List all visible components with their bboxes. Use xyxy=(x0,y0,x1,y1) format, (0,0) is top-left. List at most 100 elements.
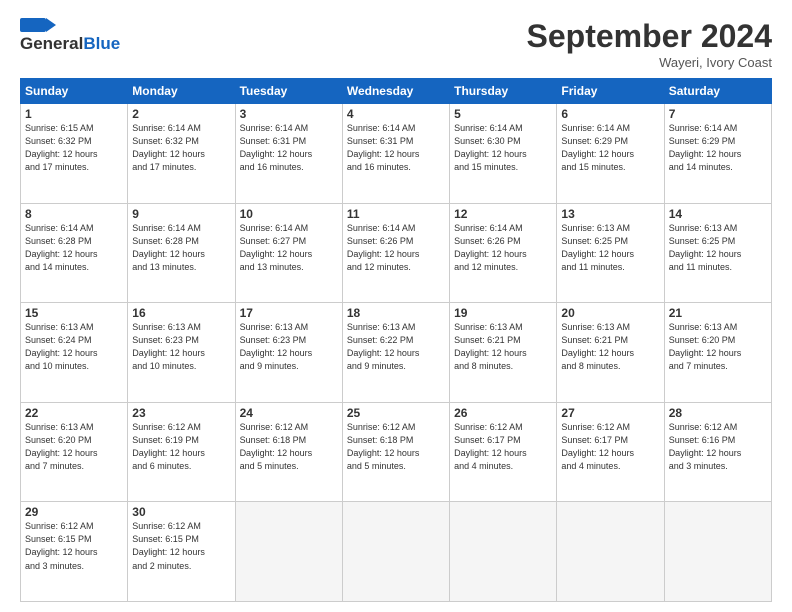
day-number: 12 xyxy=(454,207,552,221)
table-row: 18Sunrise: 6:13 AM Sunset: 6:22 PM Dayli… xyxy=(342,303,449,403)
day-info: Sunrise: 6:14 AM Sunset: 6:32 PM Dayligh… xyxy=(132,122,230,174)
table-row: 19Sunrise: 6:13 AM Sunset: 6:21 PM Dayli… xyxy=(450,303,557,403)
day-number: 19 xyxy=(454,306,552,320)
table-row: 22Sunrise: 6:13 AM Sunset: 6:20 PM Dayli… xyxy=(21,402,128,502)
location: Wayeri, Ivory Coast xyxy=(527,55,772,70)
day-info: Sunrise: 6:13 AM Sunset: 6:20 PM Dayligh… xyxy=(25,421,123,473)
col-thursday: Thursday xyxy=(450,79,557,104)
day-info: Sunrise: 6:14 AM Sunset: 6:29 PM Dayligh… xyxy=(669,122,767,174)
day-info: Sunrise: 6:14 AM Sunset: 6:26 PM Dayligh… xyxy=(454,222,552,274)
day-number: 17 xyxy=(240,306,338,320)
table-row: 23Sunrise: 6:12 AM Sunset: 6:19 PM Dayli… xyxy=(128,402,235,502)
table-row: 8Sunrise: 6:14 AM Sunset: 6:28 PM Daylig… xyxy=(21,203,128,303)
table-row: 11Sunrise: 6:14 AM Sunset: 6:26 PM Dayli… xyxy=(342,203,449,303)
col-monday: Monday xyxy=(128,79,235,104)
day-info: Sunrise: 6:12 AM Sunset: 6:19 PM Dayligh… xyxy=(132,421,230,473)
table-row: 7Sunrise: 6:14 AM Sunset: 6:29 PM Daylig… xyxy=(664,104,771,204)
day-info: Sunrise: 6:13 AM Sunset: 6:24 PM Dayligh… xyxy=(25,321,123,373)
table-row: 27Sunrise: 6:12 AM Sunset: 6:17 PM Dayli… xyxy=(557,402,664,502)
table-row: 30Sunrise: 6:12 AM Sunset: 6:15 PM Dayli… xyxy=(128,502,235,602)
day-number: 23 xyxy=(132,406,230,420)
table-row: 16Sunrise: 6:13 AM Sunset: 6:23 PM Dayli… xyxy=(128,303,235,403)
day-info: Sunrise: 6:13 AM Sunset: 6:23 PM Dayligh… xyxy=(132,321,230,373)
logo-text-general: General xyxy=(20,34,83,54)
day-info: Sunrise: 6:14 AM Sunset: 6:31 PM Dayligh… xyxy=(240,122,338,174)
day-number: 14 xyxy=(669,207,767,221)
day-info: Sunrise: 6:14 AM Sunset: 6:26 PM Dayligh… xyxy=(347,222,445,274)
day-number: 6 xyxy=(561,107,659,121)
day-number: 29 xyxy=(25,505,123,519)
table-row: 15Sunrise: 6:13 AM Sunset: 6:24 PM Dayli… xyxy=(21,303,128,403)
col-tuesday: Tuesday xyxy=(235,79,342,104)
col-friday: Friday xyxy=(557,79,664,104)
table-row: 25Sunrise: 6:12 AM Sunset: 6:18 PM Dayli… xyxy=(342,402,449,502)
day-number: 16 xyxy=(132,306,230,320)
table-row: 17Sunrise: 6:13 AM Sunset: 6:23 PM Dayli… xyxy=(235,303,342,403)
table-row: 4Sunrise: 6:14 AM Sunset: 6:31 PM Daylig… xyxy=(342,104,449,204)
day-info: Sunrise: 6:14 AM Sunset: 6:29 PM Dayligh… xyxy=(561,122,659,174)
day-number: 26 xyxy=(454,406,552,420)
day-info: Sunrise: 6:13 AM Sunset: 6:25 PM Dayligh… xyxy=(669,222,767,274)
table-row: 29Sunrise: 6:12 AM Sunset: 6:15 PM Dayli… xyxy=(21,502,128,602)
col-sunday: Sunday xyxy=(21,79,128,104)
page: General Blue September 2024 Wayeri, Ivor… xyxy=(0,0,792,612)
day-info: Sunrise: 6:12 AM Sunset: 6:17 PM Dayligh… xyxy=(561,421,659,473)
day-info: Sunrise: 6:13 AM Sunset: 6:23 PM Dayligh… xyxy=(240,321,338,373)
table-row: 5Sunrise: 6:14 AM Sunset: 6:30 PM Daylig… xyxy=(450,104,557,204)
month-title: September 2024 xyxy=(527,18,772,55)
table-row: 24Sunrise: 6:12 AM Sunset: 6:18 PM Dayli… xyxy=(235,402,342,502)
table-row: 12Sunrise: 6:14 AM Sunset: 6:26 PM Dayli… xyxy=(450,203,557,303)
table-row: 10Sunrise: 6:14 AM Sunset: 6:27 PM Dayli… xyxy=(235,203,342,303)
day-number: 22 xyxy=(25,406,123,420)
day-info: Sunrise: 6:12 AM Sunset: 6:18 PM Dayligh… xyxy=(240,421,338,473)
table-row xyxy=(450,502,557,602)
day-number: 9 xyxy=(132,207,230,221)
day-info: Sunrise: 6:14 AM Sunset: 6:31 PM Dayligh… xyxy=(347,122,445,174)
day-number: 5 xyxy=(454,107,552,121)
day-number: 2 xyxy=(132,107,230,121)
day-number: 11 xyxy=(347,207,445,221)
day-number: 3 xyxy=(240,107,338,121)
table-row: 26Sunrise: 6:12 AM Sunset: 6:17 PM Dayli… xyxy=(450,402,557,502)
day-info: Sunrise: 6:13 AM Sunset: 6:20 PM Dayligh… xyxy=(669,321,767,373)
day-info: Sunrise: 6:12 AM Sunset: 6:15 PM Dayligh… xyxy=(25,520,123,572)
day-number: 24 xyxy=(240,406,338,420)
table-row: 9Sunrise: 6:14 AM Sunset: 6:28 PM Daylig… xyxy=(128,203,235,303)
day-number: 21 xyxy=(669,306,767,320)
logo: General Blue xyxy=(20,18,120,54)
calendar-week-row: 8Sunrise: 6:14 AM Sunset: 6:28 PM Daylig… xyxy=(21,203,772,303)
table-row: 3Sunrise: 6:14 AM Sunset: 6:31 PM Daylig… xyxy=(235,104,342,204)
day-info: Sunrise: 6:14 AM Sunset: 6:28 PM Dayligh… xyxy=(25,222,123,274)
table-row: 6Sunrise: 6:14 AM Sunset: 6:29 PM Daylig… xyxy=(557,104,664,204)
calendar-week-row: 29Sunrise: 6:12 AM Sunset: 6:15 PM Dayli… xyxy=(21,502,772,602)
table-row: 14Sunrise: 6:13 AM Sunset: 6:25 PM Dayli… xyxy=(664,203,771,303)
table-row xyxy=(664,502,771,602)
day-number: 4 xyxy=(347,107,445,121)
day-number: 28 xyxy=(669,406,767,420)
table-row: 28Sunrise: 6:12 AM Sunset: 6:16 PM Dayli… xyxy=(664,402,771,502)
day-info: Sunrise: 6:13 AM Sunset: 6:21 PM Dayligh… xyxy=(561,321,659,373)
day-info: Sunrise: 6:15 AM Sunset: 6:32 PM Dayligh… xyxy=(25,122,123,174)
table-row xyxy=(342,502,449,602)
day-info: Sunrise: 6:14 AM Sunset: 6:27 PM Dayligh… xyxy=(240,222,338,274)
day-info: Sunrise: 6:13 AM Sunset: 6:25 PM Dayligh… xyxy=(561,222,659,274)
col-saturday: Saturday xyxy=(664,79,771,104)
table-row xyxy=(235,502,342,602)
table-row xyxy=(557,502,664,602)
day-info: Sunrise: 6:12 AM Sunset: 6:16 PM Dayligh… xyxy=(669,421,767,473)
calendar-header-row: Sunday Monday Tuesday Wednesday Thursday… xyxy=(21,79,772,104)
day-number: 20 xyxy=(561,306,659,320)
day-info: Sunrise: 6:14 AM Sunset: 6:30 PM Dayligh… xyxy=(454,122,552,174)
calendar-week-row: 1Sunrise: 6:15 AM Sunset: 6:32 PM Daylig… xyxy=(21,104,772,204)
table-row: 20Sunrise: 6:13 AM Sunset: 6:21 PM Dayli… xyxy=(557,303,664,403)
table-row: 21Sunrise: 6:13 AM Sunset: 6:20 PM Dayli… xyxy=(664,303,771,403)
title-block: September 2024 Wayeri, Ivory Coast xyxy=(527,18,772,70)
day-number: 25 xyxy=(347,406,445,420)
day-number: 10 xyxy=(240,207,338,221)
day-number: 18 xyxy=(347,306,445,320)
day-number: 1 xyxy=(25,107,123,121)
logo-text-blue: Blue xyxy=(83,34,120,54)
calendar-week-row: 22Sunrise: 6:13 AM Sunset: 6:20 PM Dayli… xyxy=(21,402,772,502)
logo-icon xyxy=(20,18,56,32)
calendar-week-row: 15Sunrise: 6:13 AM Sunset: 6:24 PM Dayli… xyxy=(21,303,772,403)
